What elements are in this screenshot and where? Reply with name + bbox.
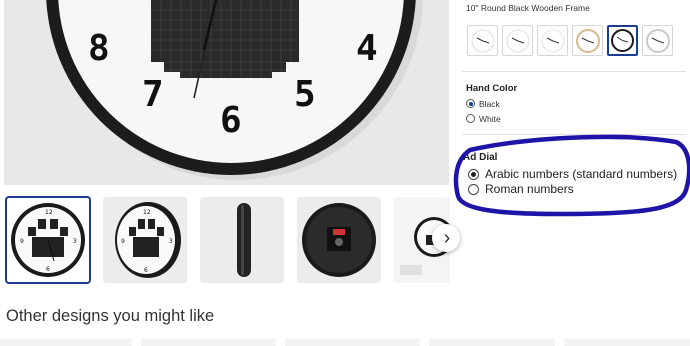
ad-dial-title: Ad Dial [463, 152, 498, 163]
svg-text:3: 3 [73, 238, 77, 245]
clock-swatch-icon [506, 29, 530, 53]
frame-option-3[interactable] [537, 25, 568, 56]
frame-selected-label: 10" Round Black Wooden Frame [466, 3, 590, 13]
arabic-numbers-label[interactable]: Arabic numbers (standard numbers) [485, 167, 677, 181]
design-card[interactable] [0, 339, 132, 346]
clock-large-image: 8 4 7 6 5 [4, 0, 449, 185]
frame-option-4[interactable] [572, 25, 603, 56]
design-card[interactable] [141, 339, 276, 346]
radio-hand-white[interactable] [466, 114, 475, 123]
clock-thumbnail-icon: 12 3 6 9 [11, 203, 85, 277]
clock-swatch-icon [576, 29, 600, 53]
frame-option-2[interactable] [502, 25, 533, 56]
design-card[interactable] [285, 339, 420, 346]
frame-option-1[interactable] [467, 25, 498, 56]
radio-roman-numbers[interactable] [468, 184, 479, 195]
main-product-image[interactable]: 8 4 7 6 5 [4, 0, 449, 185]
dial-number-5: 5 [294, 74, 316, 115]
hand-color-title: Hand Color [466, 83, 518, 94]
svg-text:9: 9 [20, 238, 24, 245]
svg-text:6: 6 [46, 266, 50, 273]
other-designs-row [0, 339, 690, 346]
other-designs-heading: Other designs you might like [6, 307, 215, 325]
clock-back-icon [302, 203, 376, 277]
clock-swatch-icon [541, 29, 565, 53]
dial-number-4: 4 [356, 28, 378, 69]
chevron-right-icon: › [443, 227, 451, 249]
clock-swatch-icon [471, 29, 495, 53]
svg-text:12: 12 [143, 209, 151, 216]
clock-swatch-icon [611, 29, 634, 52]
svg-text:6: 6 [144, 267, 148, 274]
radio-hand-black[interactable] [466, 99, 475, 108]
svg-text:3: 3 [169, 238, 173, 245]
thumbnail-back-mechanism[interactable] [297, 197, 381, 283]
svg-text:12: 12 [45, 209, 53, 216]
dial-number-8: 8 [88, 28, 110, 69]
roman-numbers-label[interactable]: Roman numbers [485, 182, 574, 196]
section-divider [462, 134, 686, 135]
paw-print-pad [151, 0, 299, 78]
svg-text:9: 9 [121, 238, 125, 245]
thumbnail-side-profile[interactable] [200, 197, 284, 283]
dial-number-7: 7 [142, 74, 164, 115]
design-card[interactable] [429, 339, 555, 346]
next-thumbnails-button[interactable]: › [432, 224, 460, 252]
dial-number-6: 6 [220, 100, 242, 141]
radio-arabic-numbers[interactable] [468, 169, 479, 180]
clock-side-icon [237, 203, 251, 277]
frame-option-5[interactable] [607, 25, 638, 56]
clock-swatch-icon [646, 29, 670, 53]
frame-option-6[interactable] [642, 25, 673, 56]
hand-white-label[interactable]: White [479, 114, 501, 124]
clock-angled-icon: 12 3 6 9 [115, 202, 181, 278]
design-card[interactable] [564, 339, 690, 346]
thumbnail-front-paw[interactable]: 12 3 6 9 [5, 196, 91, 284]
thumbnail-angled-paw[interactable]: 12 3 6 9 [103, 197, 187, 283]
section-divider [462, 71, 686, 72]
hand-black-label[interactable]: Black [479, 99, 500, 109]
